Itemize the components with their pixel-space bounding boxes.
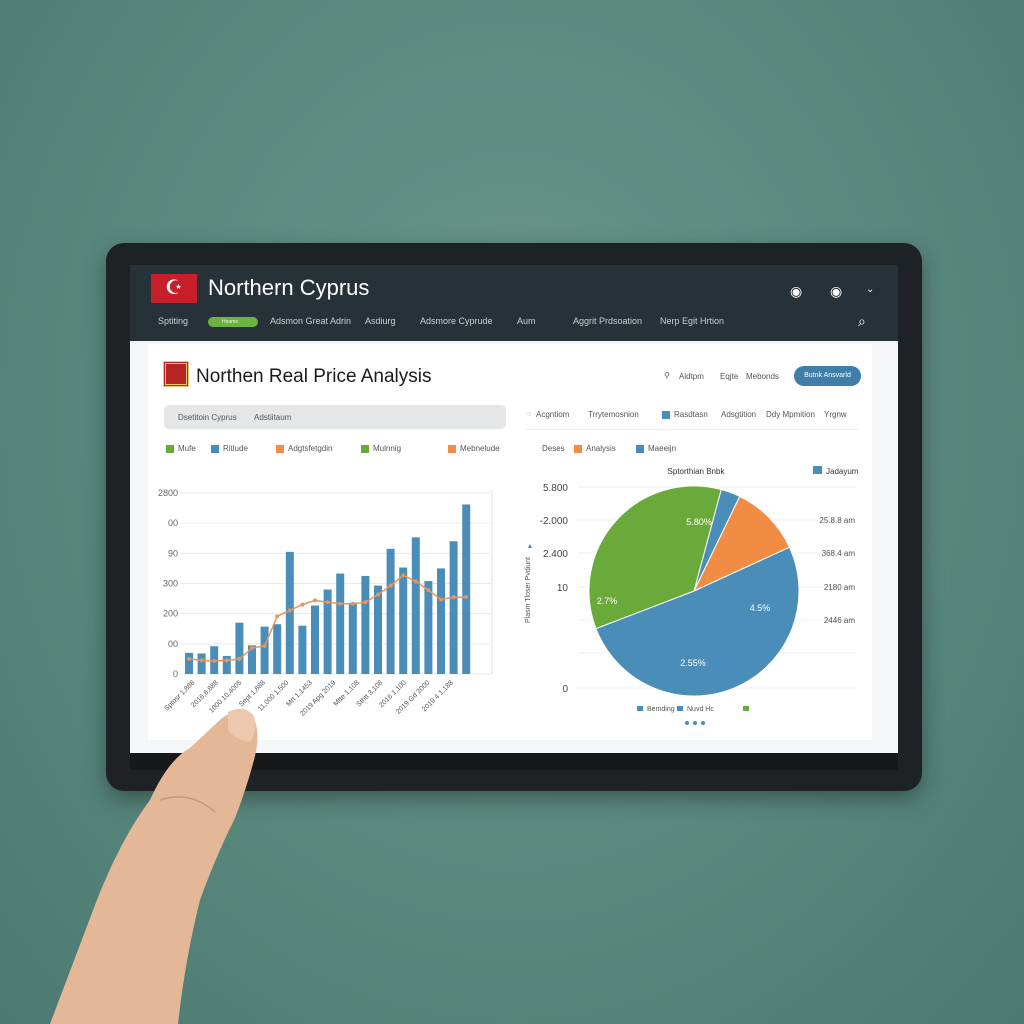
bar[interactable] — [386, 548, 395, 674]
line-point[interactable] — [187, 656, 191, 661]
line-point[interactable] — [325, 600, 330, 605]
line-point[interactable] — [212, 659, 217, 664]
y-tick-label: 300 — [163, 579, 178, 589]
bar[interactable] — [348, 602, 357, 674]
pie-slice-label: 5.80% — [686, 517, 712, 527]
y-tick-label: 200 — [163, 609, 178, 619]
bar[interactable] — [311, 605, 319, 674]
line-point[interactable] — [413, 579, 418, 584]
bar[interactable] — [197, 653, 206, 674]
legend-swatch — [743, 706, 749, 711]
y-tick-label: 0 — [562, 684, 568, 695]
bar[interactable] — [336, 573, 345, 674]
x-tick-label: Sptosr 1,888 — [163, 679, 196, 712]
y-tick-label: 10 — [557, 583, 569, 594]
y-axis-label: Plasm Tloser Pvdiunt — [525, 557, 532, 623]
bar[interactable] — [361, 575, 370, 674]
pie-slice-label: 2.7% — [597, 596, 618, 606]
bar[interactable] — [411, 537, 420, 674]
legend-label: Jadayum — [826, 467, 859, 476]
line-point[interactable] — [262, 643, 267, 648]
bar[interactable] — [285, 551, 294, 674]
pie-chart: Sptorthian Bnbk Jadayum 5.800 -2.000 2.400 10… — [525, 466, 859, 725]
pagination-dot[interactable] — [693, 721, 697, 725]
pagination-dot[interactable] — [685, 721, 689, 725]
bar[interactable] — [235, 622, 244, 674]
triangle-up-icon: ▲ — [527, 543, 534, 550]
pie-slice-label: 4.5% — [750, 603, 771, 613]
bar[interactable] — [399, 567, 408, 674]
pie-title: Sptorthian Bnbk — [668, 467, 726, 476]
line-point[interactable] — [275, 614, 280, 619]
bar[interactable] — [424, 581, 433, 674]
y-tick-label: 00 — [168, 518, 178, 528]
y-tick-label: 90 — [168, 548, 178, 558]
pie-side-label: 368.4 am — [822, 549, 856, 558]
y-tick-label: -2.000 — [540, 516, 569, 527]
y-tick-label: 00 — [168, 639, 178, 649]
legend-label: Bemding — [647, 706, 675, 713]
legend-swatch — [637, 706, 643, 711]
legend-swatch — [813, 466, 822, 474]
bar[interactable] — [437, 568, 445, 674]
pie-side-label: 25.8.8 am — [819, 516, 855, 525]
line-point[interactable] — [224, 658, 229, 663]
bar[interactable] — [374, 585, 382, 674]
y-tick-label: 2800 — [158, 488, 178, 498]
legend-swatch — [677, 706, 683, 711]
line-point[interactable] — [199, 658, 204, 663]
pagination-dot[interactable] — [701, 721, 705, 725]
line-point[interactable] — [401, 573, 406, 578]
line-point[interactable] — [350, 601, 355, 606]
y-tick-label: 0 — [173, 669, 178, 679]
line-point[interactable] — [439, 597, 443, 602]
line-point[interactable] — [237, 656, 242, 661]
bar[interactable] — [449, 541, 458, 674]
bar-chart: 00020030090002800Sptosr 1,8882016,6,8881… — [158, 488, 493, 718]
pie-side-label: 2180 am — [824, 583, 855, 592]
bar[interactable] — [298, 625, 307, 674]
line-point[interactable] — [338, 601, 343, 606]
bar[interactable] — [260, 626, 269, 674]
pie-side-label: 2446 am — [824, 616, 855, 625]
legend-label: Nuvd Hc — [687, 706, 714, 713]
line-point[interactable] — [313, 598, 317, 603]
y-tick-label: 2.400 — [543, 549, 568, 560]
line-point[interactable] — [287, 608, 292, 613]
line-point[interactable] — [363, 600, 368, 605]
line-point[interactable] — [451, 595, 456, 600]
y-tick-label: 5.800 — [543, 483, 568, 494]
line-point[interactable] — [300, 602, 305, 607]
line-point[interactable] — [426, 588, 431, 593]
line-point[interactable] — [250, 646, 254, 651]
line-point[interactable] — [376, 592, 380, 597]
line-point[interactable] — [388, 583, 393, 588]
bar[interactable] — [462, 504, 471, 674]
bar[interactable] — [273, 624, 282, 674]
pie-slice-label: 2.55% — [680, 658, 706, 668]
charts-layer: 00020030090002800Sptosr 1,8882016,6,8881… — [158, 466, 859, 725]
line-point[interactable] — [464, 595, 469, 600]
bar[interactable] — [185, 652, 193, 674]
